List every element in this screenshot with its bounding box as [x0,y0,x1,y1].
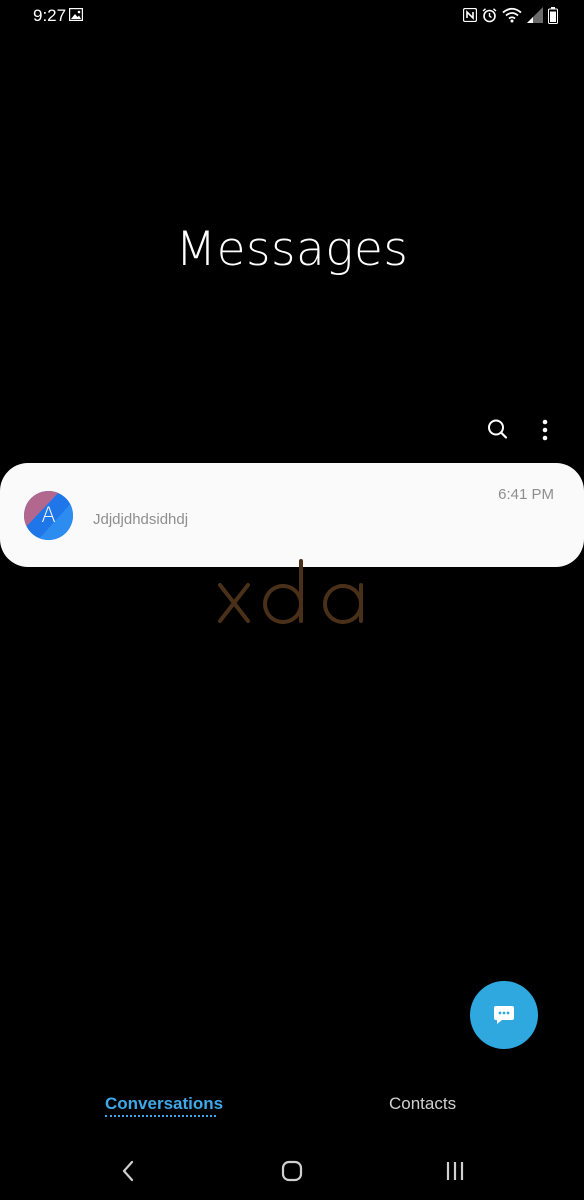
search-button[interactable] [484,416,512,444]
status-time: 9:27 [33,6,67,25]
signal-icon [527,7,543,23]
wifi-icon [502,7,522,23]
home-button[interactable] [277,1158,307,1184]
battery-icon [548,6,558,24]
compose-button[interactable] [470,981,538,1049]
tab-conversations[interactable]: Conversations [105,1094,223,1114]
nfc-icon [463,8,477,22]
recents-icon [446,1162,464,1180]
gallery-icon [68,7,84,22]
recents-button[interactable] [441,1158,471,1184]
page-title: Messages [175,222,409,277]
conversation-preview: Jdjdjdhdsidhdj [93,511,189,528]
compose-message-icon [494,1006,514,1024]
status-icons [463,6,558,24]
xda-watermark [214,555,374,630]
avatar: A [24,491,73,540]
search-icon [488,419,508,439]
home-icon [281,1160,303,1182]
conversation-time: 6:41 PM [498,486,554,503]
back-icon [122,1160,134,1182]
back-button[interactable] [114,1158,144,1184]
conversation-item[interactable]: A Jdjdjdhdsidhdj 6:41 PM [0,463,584,567]
alarm-icon [482,7,497,23]
more-vertical-icon [542,419,548,441]
active-tab-indicator [105,1115,216,1117]
tab-contacts[interactable]: Contacts [389,1094,456,1114]
status-bar: 9:27 [0,0,584,32]
avatar-letter: A [41,503,56,527]
more-options-button[interactable] [531,416,559,444]
